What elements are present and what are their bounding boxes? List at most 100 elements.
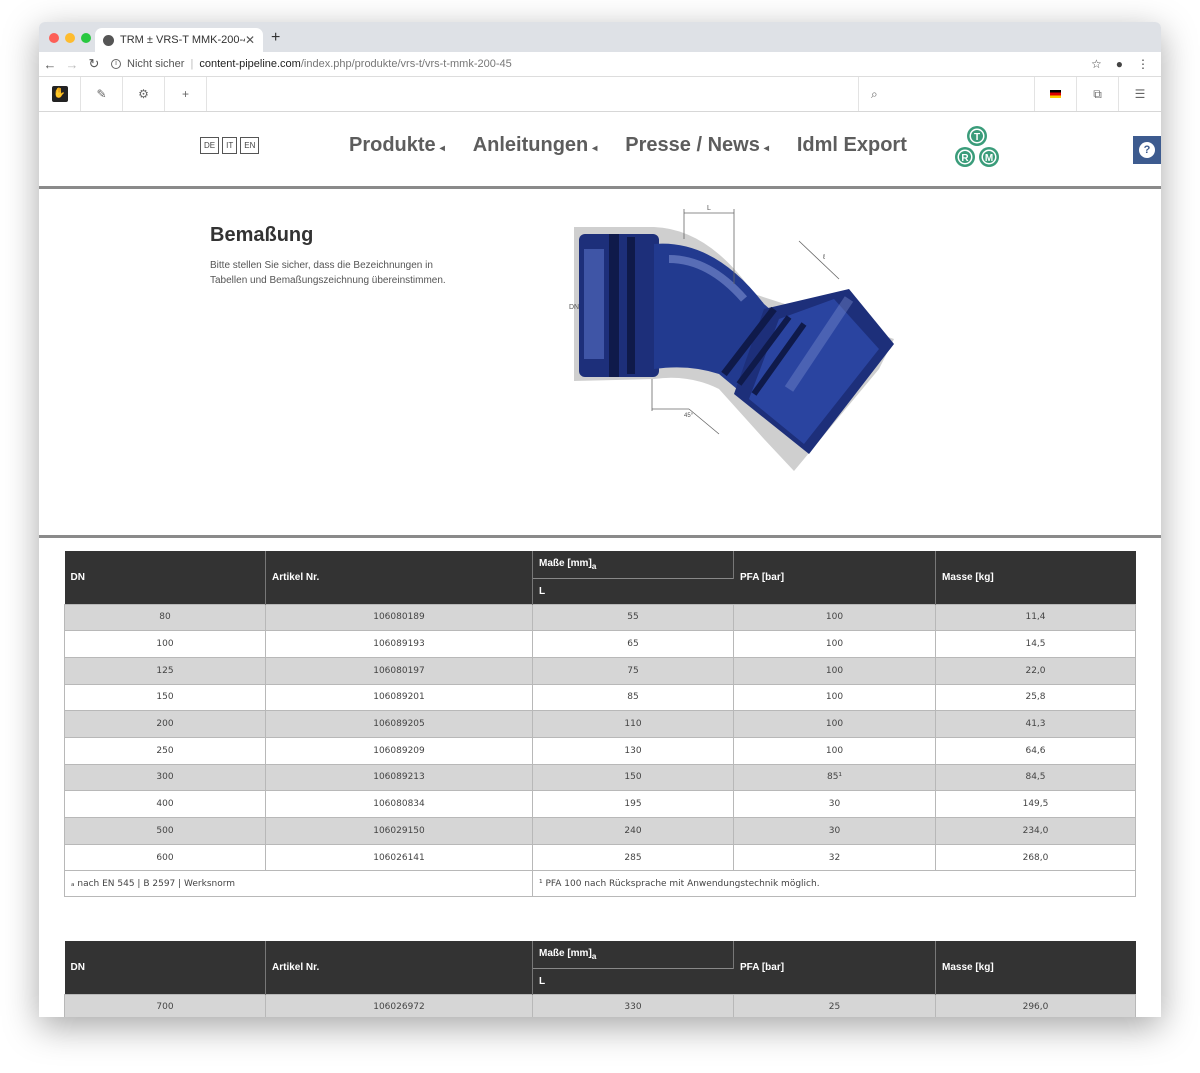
cms-toolbar-spacer	[207, 77, 859, 111]
cell-pfa: 100	[733, 710, 936, 738]
dim-label-angle: 45°	[684, 413, 694, 419]
nav-anleitungen-label: Anleitungen	[472, 134, 589, 156]
cell-pfa: 100	[733, 736, 936, 765]
close-tab-icon[interactable]: ✕	[245, 33, 255, 47]
not-secure-label: Nicht sicher	[127, 58, 185, 70]
table-row: 250 106089209 130 100 64,6	[64, 736, 1136, 765]
nav-anleitungen[interactable]: Anleitungen ◂	[473, 134, 598, 157]
settings-gear-icon[interactable]: ⚙	[123, 77, 165, 111]
cell-art: 106089201	[265, 683, 533, 712]
section-title: Bemaßung	[210, 224, 314, 246]
cell-dn: 250	[64, 736, 266, 765]
help-button[interactable]: ?	[1133, 136, 1161, 164]
table-row: 80 106080189 55 100 11,4	[64, 603, 1136, 632]
col-artikel: Artikel Nr.	[265, 941, 533, 994]
nav-idml-export[interactable]: Idml Export	[797, 134, 907, 157]
dimensions-table: DN Artikel Nr. Maße [mm]a PFA [bar] Mass…	[64, 551, 1136, 898]
col-l: L	[532, 577, 734, 604]
dimensions-table-2: DN Artikel Nr. Maße [mm]a PFA [bar] Mass…	[64, 941, 1136, 1017]
cell-mass: 234,0	[935, 817, 1136, 845]
cell-l: 285	[532, 843, 734, 872]
cell-mass: 149,5	[935, 790, 1136, 818]
cell-art: 106029150	[265, 817, 533, 845]
caret-left-icon: ◂	[763, 143, 769, 154]
language-flag-button[interactable]	[1035, 77, 1077, 111]
tab-title: TRM ± VRS-T MMK-200-45	[120, 34, 245, 46]
dim-label-l: L	[707, 205, 711, 212]
address-bar: ← → ↻ i Nicht sicher | content-pipeline.…	[39, 52, 1161, 77]
reload-icon[interactable]: ↻	[83, 56, 105, 72]
cell-pfa: 100	[733, 683, 936, 712]
globe-icon	[103, 34, 114, 46]
minimize-window-button[interactable]	[65, 33, 75, 43]
svg-text:T: T	[974, 132, 980, 143]
cell-mass: 11,4	[935, 603, 1136, 632]
cell-pfa: 85¹	[733, 763, 936, 792]
lang-en-button[interactable]: EN	[240, 137, 260, 154]
url-host: content-pipeline.com	[199, 58, 301, 70]
url-path: /index.php/produkte/vrs-t/vrs-t-mmk-200-…	[300, 58, 512, 70]
profile-icon[interactable]: ●	[1116, 57, 1123, 71]
sliders-icon[interactable]: ☰	[1119, 77, 1161, 111]
cell-art: 106089205	[265, 710, 533, 738]
product-section: Bemaßung Bitte stellen Sie sicher, dass …	[39, 189, 1161, 538]
cell-pfa: 25	[733, 993, 936, 1017]
edit-pencil-icon[interactable]: ✎	[81, 77, 123, 111]
cell-mass: 14,5	[935, 630, 1136, 658]
lang-it-button[interactable]: IT	[222, 137, 238, 154]
cell-dn: 125	[64, 656, 266, 685]
cell-art: 106089193	[265, 630, 533, 658]
menu-dots-icon[interactable]: ⋮	[1137, 57, 1149, 71]
cell-pfa: 30	[733, 817, 936, 845]
cms-search-field[interactable]: ⌕	[859, 77, 1035, 111]
table-body: 700 106026972 330 25 296,0	[64, 993, 1136, 1017]
new-tab-button[interactable]: +	[271, 29, 280, 47]
col-masse-sub: a	[591, 560, 597, 571]
cell-l: 85	[532, 683, 734, 712]
german-flag-icon	[1050, 90, 1061, 98]
info-icon[interactable]: i	[111, 59, 121, 69]
cms-logo-button[interactable]: ✋	[39, 77, 81, 111]
cell-l: 330	[532, 993, 734, 1017]
trm-logo[interactable]: T R M	[951, 124, 1003, 172]
add-plus-icon[interactable]: +	[165, 77, 207, 111]
col-masse-group: Maße [mm]a	[532, 941, 734, 968]
back-icon[interactable]: ←	[39, 57, 61, 72]
cell-pfa: 100	[733, 656, 936, 685]
table-row: 300 106089213 150 85¹ 84,5	[64, 763, 1136, 792]
table-row: 500 106029150 240 30 234,0	[64, 817, 1136, 845]
url-separator: |	[190, 58, 194, 70]
maximize-window-button[interactable]	[81, 33, 91, 43]
browser-window: TRM ± VRS-T MMK-200-45 ✕ + ← → ↻ i Nicht…	[39, 22, 1161, 1017]
cell-mass: 25,8	[935, 683, 1136, 712]
svg-text:R: R	[961, 153, 969, 164]
nav-presse-news[interactable]: Presse / News ◂	[625, 134, 769, 157]
cell-dn: 100	[64, 630, 266, 658]
cell-art: 106080834	[265, 790, 533, 818]
svg-text:M: M	[985, 153, 993, 164]
url-field[interactable]: i Nicht sicher | content-pipeline.com/in…	[111, 58, 1091, 70]
browser-tab[interactable]: TRM ± VRS-T MMK-200-45 ✕	[95, 28, 263, 52]
nav-presse-label: Presse / News	[625, 134, 760, 156]
cell-l: 150	[532, 763, 734, 792]
col-pfa: PFA [bar]	[733, 941, 936, 994]
cell-mass: 41,3	[935, 710, 1136, 738]
copy-icon[interactable]: ⧉	[1077, 77, 1119, 111]
close-window-button[interactable]	[49, 33, 59, 43]
table-row: 200 106089205 110 100 41,3	[64, 710, 1136, 738]
cell-pfa: 30	[733, 790, 936, 818]
table-row: 600 106026141 285 32 268,0	[64, 843, 1136, 872]
col-masse-label: Maße [mm]	[539, 947, 592, 959]
cell-art: 106080197	[265, 656, 533, 685]
cell-pfa: 100	[733, 630, 936, 658]
dim-label-dn: DN	[569, 304, 579, 311]
cell-l: 110	[532, 710, 734, 738]
col-masse-label: Maße [mm]	[539, 557, 592, 569]
forward-icon[interactable]: →	[61, 57, 83, 72]
site-header: DE IT EN Produkte ◂ Anleitungen ◂ Presse /…	[39, 112, 1161, 189]
bookmark-star-icon[interactable]: ☆	[1091, 57, 1102, 71]
lang-de-button[interactable]: DE	[200, 137, 220, 154]
nav-produkte[interactable]: Produkte ◂	[349, 134, 445, 157]
col-dn: DN	[64, 941, 266, 994]
cell-dn: 700	[64, 993, 266, 1017]
